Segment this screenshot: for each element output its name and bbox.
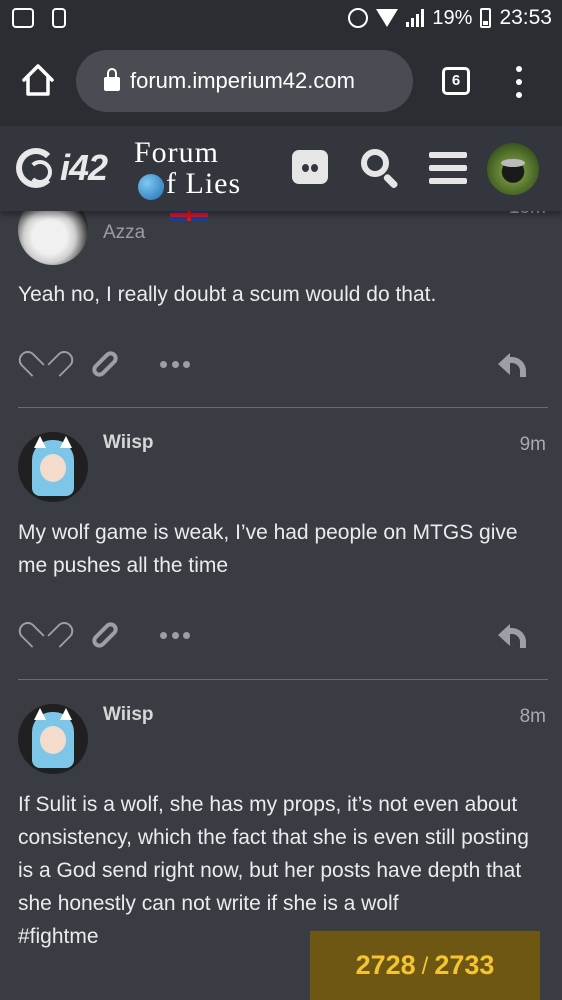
like-button[interactable]: [26, 347, 60, 381]
progress-separator: /: [421, 953, 429, 980]
home-icon[interactable]: [18, 60, 58, 100]
post-time[interactable]: 8m: [520, 706, 546, 728]
post-paragraph: Yeah no, I really doubt a scum would do …: [18, 283, 437, 306]
post-divider: [18, 679, 548, 680]
user-avatar[interactable]: [487, 143, 539, 195]
voicemail-icon: [12, 8, 34, 28]
heart-icon: [30, 624, 56, 646]
progress-current: 2728: [355, 950, 416, 980]
post-stream: 15m Azza Yeah no, I really doubt a scum …: [0, 211, 562, 1000]
progress-total: 2733: [434, 950, 495, 980]
i42-swirl-icon: [16, 148, 56, 188]
topic-progress-badge[interactable]: 2728/2733: [310, 931, 540, 1000]
share-link-button[interactable]: [88, 347, 122, 381]
forum-logo-line1: Forum: [134, 136, 220, 169]
forum-header: i42 Forum of Lies: [0, 126, 562, 211]
discord-button[interactable]: [290, 146, 334, 190]
battery-icon: [480, 8, 492, 28]
hamburger-menu-icon[interactable]: [426, 146, 470, 190]
post-time[interactable]: 9m: [520, 434, 546, 456]
more-actions-button[interactable]: [158, 347, 192, 381]
link-icon: [89, 619, 121, 651]
crystal-ball-icon: [138, 174, 164, 200]
discord-icon: [292, 150, 328, 184]
post-username[interactable]: Wiisp: [103, 704, 154, 726]
post-paragraph: My wolf game is weak, I’ve had people on…: [18, 521, 518, 577]
post-actions: [0, 347, 562, 387]
browser-toolbar: forum.imperium42.com 6: [0, 38, 562, 126]
lock-icon: [104, 68, 120, 91]
reply-button[interactable]: [496, 618, 530, 652]
url-text: forum.imperium42.com: [130, 68, 355, 93]
sim-card-icon: [52, 8, 66, 28]
post-avatar[interactable]: [18, 211, 88, 265]
wifi-icon: [376, 9, 399, 27]
i42-logo-text: i42: [60, 147, 108, 188]
share-link-button[interactable]: [88, 618, 122, 652]
post-fullname[interactable]: Azza: [103, 222, 145, 244]
signal-icon: [406, 9, 425, 27]
status-bar: 19% 23:53: [0, 0, 562, 38]
forum-of-lies-logo[interactable]: Forum of Lies: [134, 138, 258, 202]
i42-logo[interactable]: i42: [16, 146, 108, 190]
search-button[interactable]: [358, 146, 402, 190]
battery-percent: 19%: [432, 6, 473, 29]
post-divider: [18, 407, 548, 408]
like-button[interactable]: [26, 618, 60, 652]
address-bar[interactable]: forum.imperium42.com: [76, 50, 413, 112]
heart-icon: [30, 353, 56, 375]
post-paragraph: If Sulit is a wolf, she has my props, it…: [18, 793, 529, 915]
alarm-icon: [348, 8, 369, 28]
link-icon: [89, 348, 121, 380]
reply-button[interactable]: [496, 347, 530, 381]
browser-menu-icon[interactable]: [514, 66, 524, 98]
post-body: My wolf game is weak, I’ve had people on…: [18, 516, 548, 582]
post-actions: [0, 618, 562, 658]
post-body: Yeah no, I really doubt a scum would do …: [18, 278, 548, 311]
tab-switcher-button[interactable]: 6: [442, 67, 470, 95]
post-username[interactable]: Wiisp: [103, 432, 154, 454]
post-avatar[interactable]: [18, 704, 88, 774]
post-body: If Sulit is a wolf, she has my props, it…: [18, 788, 548, 953]
post-time[interactable]: 15m: [509, 211, 546, 219]
status-time: 23:53: [499, 6, 552, 29]
search-icon: [361, 149, 389, 177]
uk-flag-icon: [170, 211, 208, 221]
more-actions-button[interactable]: [158, 618, 192, 652]
post-avatar[interactable]: [18, 432, 88, 502]
